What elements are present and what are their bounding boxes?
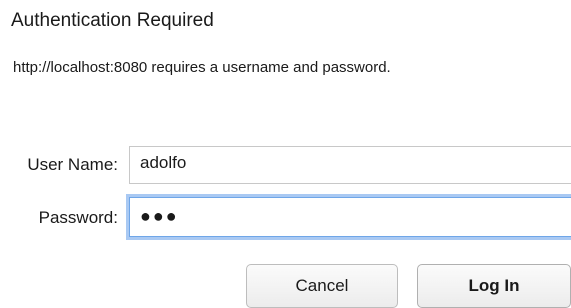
dialog-message: http://localhost:8080 requires a usernam…	[13, 59, 391, 76]
login-button[interactable]: Log In	[417, 264, 571, 308]
dialog-title: Authentication Required	[11, 10, 214, 31]
password-label: Password:	[38, 208, 118, 227]
username-label: User Name:	[27, 155, 118, 174]
auth-dialog: Authentication Required http://localhost…	[0, 0, 571, 308]
username-value: adolfo	[140, 153, 187, 172]
cancel-button[interactable]: Cancel	[246, 264, 398, 308]
username-field[interactable]: adolfo	[129, 146, 571, 184]
password-field[interactable]: ●●●	[129, 197, 571, 237]
password-mask: ●●●	[140, 206, 179, 226]
